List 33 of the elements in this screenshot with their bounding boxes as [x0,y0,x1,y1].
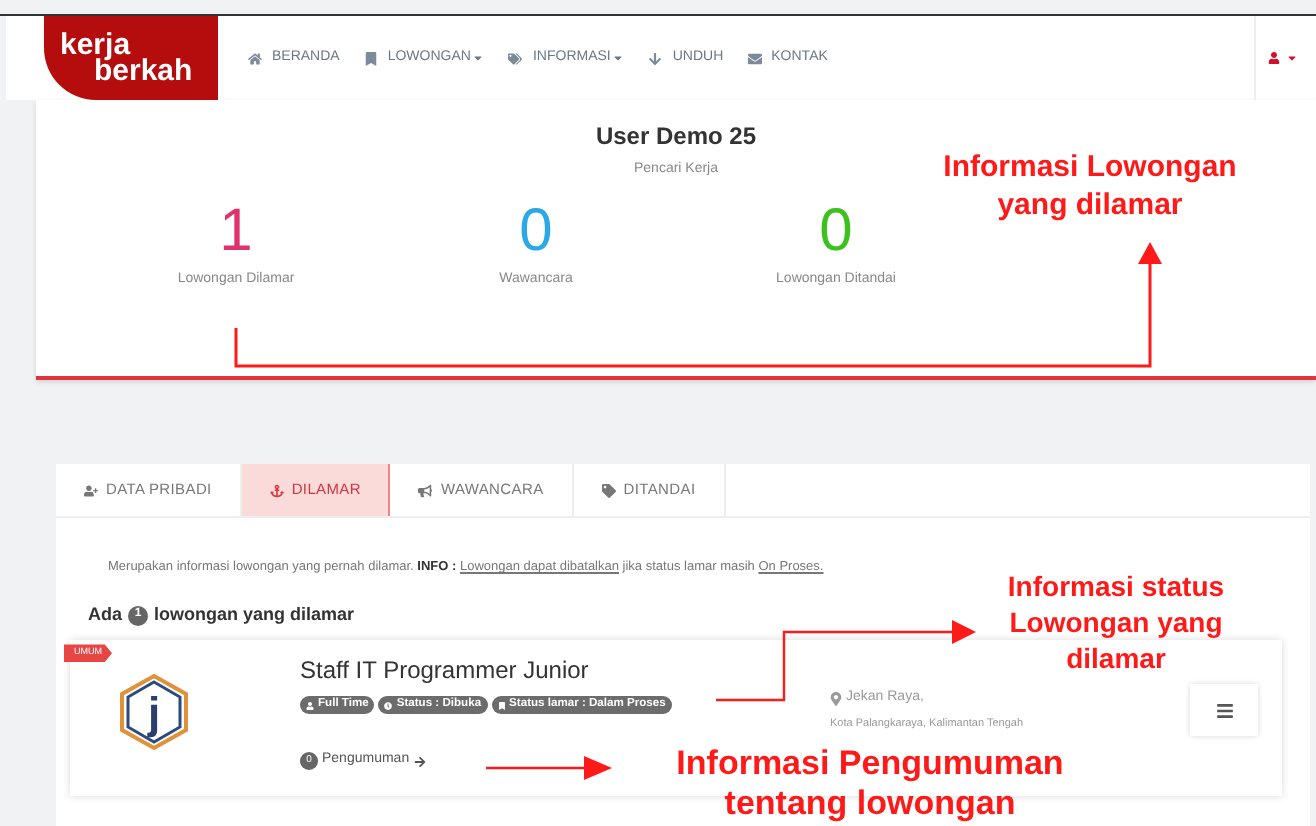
job-title: Staff IT Programmer Junior [300,654,591,689]
anchor-icon [269,483,284,497]
summary-text: lowongan yang dilamar [154,601,355,628]
bookmark-icon [363,51,378,65]
menu-button[interactable] [1190,684,1258,737]
user-icon [306,701,314,710]
caret-icon [472,52,485,64]
stat-value: 0 [519,197,553,265]
annotation-text: Informasi Pengumuman tentang lowongan [674,744,1066,824]
envelope-icon [747,51,762,65]
user-icon [1268,52,1280,64]
user-name: User Demo 25 [595,120,757,154]
summary-text: Ada [88,601,123,628]
caret-icon [1286,52,1298,64]
annotation-text: Informasi Lowongan yang dilamar [941,148,1239,224]
caret-icon [612,52,625,64]
bookmark-icon [497,701,506,710]
menu-icon [1215,701,1233,720]
download-icon [648,51,663,65]
stat-value: 1 [219,197,253,265]
brand-logo[interactable]: kerja berkah [44,16,218,100]
tag-icon [601,483,616,497]
stat-value: 0 [819,197,853,265]
tags-icon [508,51,523,65]
company-logo: j [114,672,194,753]
clock-icon [384,701,393,710]
arrow-right-icon [413,755,426,767]
annotation-text: Informasi status Lowongan yang dilamar [1005,568,1227,676]
user-plus-icon [84,483,98,497]
map-pin-icon [830,692,842,706]
bullhorn-icon [418,483,433,497]
home-icon [248,51,262,65]
annotation-arrow [486,756,612,780]
